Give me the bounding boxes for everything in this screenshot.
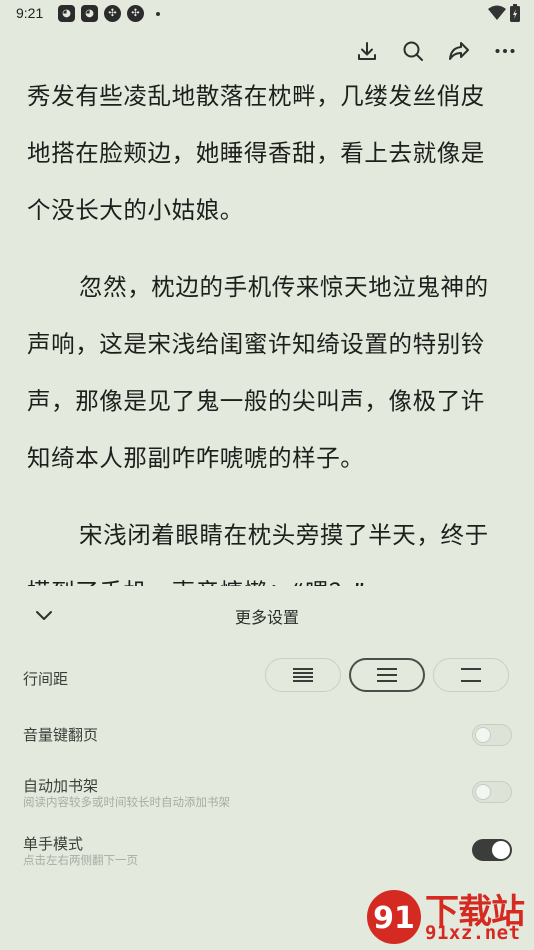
watermark-logo-icon: 91 xyxy=(367,890,421,944)
watermark-domain: 91xz.net xyxy=(425,922,521,944)
download-icon xyxy=(358,42,376,60)
battery-charging-icon xyxy=(510,4,520,22)
one-hand-mode-description: 点击左右两侧翻下一页 xyxy=(23,853,138,867)
reading-content[interactable]: 秀发有些凌乱地散落在枕畔，几缕发丝俏皮地搭在脸颊边，她睡得香甜，看上去就像是个没… xyxy=(27,68,507,586)
more-notifications-dot xyxy=(156,11,160,16)
paragraph: 宋浅闭着眼睛在枕头旁摸了半天，终于摸到了手机，声音慵懒：“喂？” xyxy=(27,521,489,586)
reader-toolbar xyxy=(352,36,520,66)
notification-icons: ◕ ◕ ✣ ✣ xyxy=(58,5,160,22)
svg-text:91: 91 xyxy=(373,901,415,936)
toggle-knob xyxy=(492,841,510,859)
search-button[interactable] xyxy=(398,36,428,66)
toggle-knob xyxy=(475,727,491,743)
volume-key-page-turn-label: 音量键翻页 xyxy=(23,726,99,744)
panel-title: 更多设置 xyxy=(234,608,299,627)
share-icon xyxy=(449,42,469,60)
line-spacing-options xyxy=(265,658,509,692)
pinwheel-app-icon: ✣ xyxy=(127,5,144,22)
paragraph: 忽然，枕边的手机传来惊天地泣鬼神的声响，这是宋浅给闺蜜许知绮设置的特别铃声，那像… xyxy=(27,273,489,472)
auto-add-bookshelf-description: 阅读内容较多或时间较长时自动添加书架 xyxy=(23,795,230,809)
line-spacing-wide-icon xyxy=(461,668,481,682)
line-spacing-narrow-button[interactable] xyxy=(265,658,341,692)
cat-app-icon: ◕ xyxy=(81,5,98,22)
system-icons xyxy=(488,4,520,22)
one-hand-mode-label: 单手模式 xyxy=(23,835,84,853)
line-spacing-narrow-icon xyxy=(293,668,313,682)
pinwheel-app-icon: ✣ xyxy=(104,5,121,22)
paragraph: 秀发有些凌乱地散落在枕畔，几缕发丝俏皮地搭在脸颊边，她睡得香甜，看上去就像是个没… xyxy=(27,82,485,224)
share-button[interactable] xyxy=(444,36,474,66)
line-spacing-medium-icon xyxy=(377,668,397,682)
line-spacing-wide-button[interactable] xyxy=(433,658,509,692)
toggle-knob xyxy=(475,784,491,800)
status-time: 9:21 xyxy=(16,5,44,21)
auto-add-bookshelf-label: 自动加书架 xyxy=(23,777,99,795)
cat-app-icon: ◕ xyxy=(58,5,75,22)
more-icon xyxy=(495,49,515,53)
status-bar: 9:21 ◕ ◕ ✣ ✣ xyxy=(0,0,534,28)
line-spacing-medium-button[interactable] xyxy=(349,658,425,692)
search-icon xyxy=(403,41,423,61)
more-button[interactable] xyxy=(490,36,520,66)
one-hand-mode-toggle[interactable] xyxy=(472,839,512,861)
auto-add-bookshelf-toggle[interactable] xyxy=(472,781,512,803)
watermark: 91 下载站 91xz.net xyxy=(365,884,530,946)
download-button[interactable] xyxy=(352,36,382,66)
wifi-icon xyxy=(488,5,506,20)
line-spacing-label: 行间距 xyxy=(23,670,69,688)
volume-key-page-turn-toggle[interactable] xyxy=(472,724,512,746)
